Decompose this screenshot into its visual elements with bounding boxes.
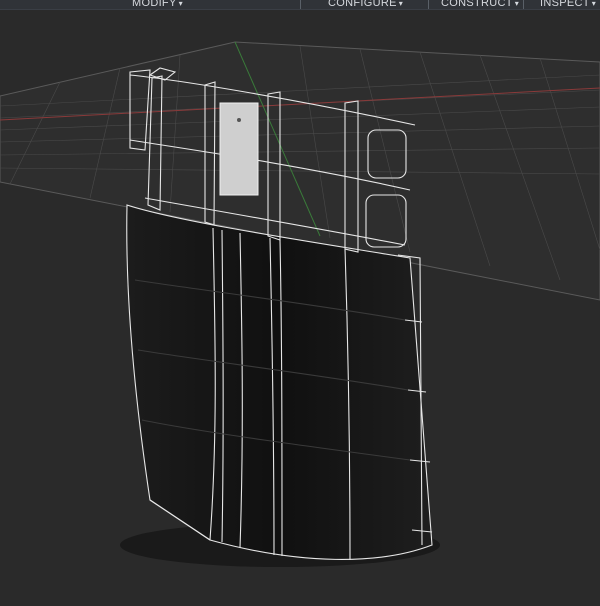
caret-down-icon: ▾	[514, 0, 520, 8]
caret-down-icon: ▾	[591, 0, 597, 8]
caret-down-icon: ▾	[398, 0, 404, 8]
menu-modify[interactable]: MODIFY ▾	[132, 0, 183, 9]
toolbar-divider	[300, 0, 301, 9]
3d-viewport[interactable]	[0, 10, 600, 606]
menu-configure-label: CONFIGURE	[328, 0, 397, 9]
menu-configure[interactable]: CONFIGURE ▾	[328, 0, 403, 9]
caret-down-icon: ▾	[178, 0, 183, 8]
selected-panel[interactable]	[219, 102, 259, 196]
menu-inspect-label: INSPECT	[540, 0, 590, 9]
menu-construct-label: CONSTRUCT	[441, 0, 513, 9]
viewport-canvas[interactable]	[0, 10, 600, 606]
panel-hole-icon	[237, 118, 241, 122]
menu-inspect[interactable]: INSPECT ▾	[540, 0, 596, 9]
top-toolbar: MODIFY ▾ CONFIGURE ▾ CONSTRUCT ▾ INSPECT ▾	[0, 0, 600, 10]
toolbar-divider	[523, 0, 524, 9]
toolbar-divider	[428, 0, 429, 9]
menu-modify-label: MODIFY	[132, 0, 177, 9]
menu-construct[interactable]: CONSTRUCT ▾	[441, 0, 519, 9]
